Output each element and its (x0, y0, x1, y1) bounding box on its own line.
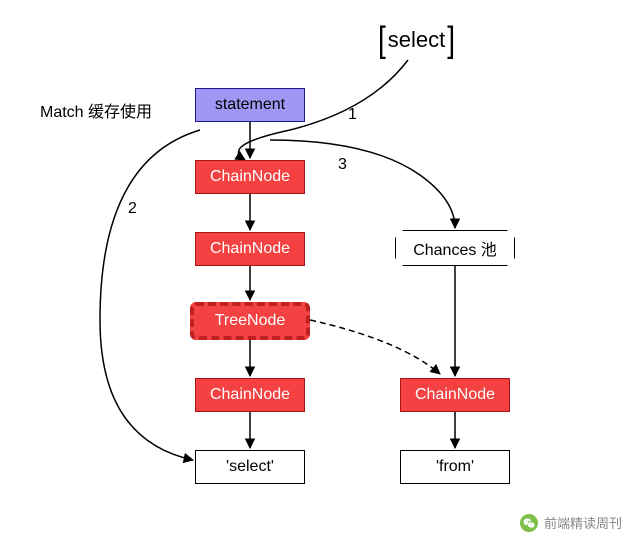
node-leaf-select-label: 'select' (226, 458, 274, 476)
edge-label-2: 2 (128, 200, 137, 218)
footer: 前端精读周刊 (520, 513, 622, 532)
node-chances-pool-label: Chances 池 (413, 236, 497, 260)
node-leaf-select: 'select' (195, 450, 305, 484)
input-token-bracket: [ select ] (378, 24, 455, 56)
node-chainnode-3: ChainNode (195, 378, 305, 412)
title-label: Match 缓存使用 (40, 98, 152, 122)
node-leaf-from-label: 'from' (436, 458, 474, 476)
footer-text: 前端精读周刊 (544, 513, 622, 532)
node-treenode-label: TreeNode (215, 312, 286, 330)
node-chainnode-2-label: ChainNode (210, 240, 290, 258)
input-token: select (388, 27, 445, 53)
node-chainnode-4-label: ChainNode (415, 386, 495, 404)
node-statement: statement (195, 88, 305, 122)
node-chainnode-2: ChainNode (195, 232, 305, 266)
node-leaf-from: 'from' (400, 450, 510, 484)
edge-label-1: 1 (348, 106, 357, 124)
wechat-icon (520, 514, 538, 532)
node-treenode: TreeNode (190, 302, 310, 340)
node-chainnode-1: ChainNode (195, 160, 305, 194)
node-statement-label: statement (215, 96, 285, 114)
node-chainnode-3-label: ChainNode (210, 386, 290, 404)
edges-layer (0, 0, 640, 542)
node-chainnode-1-label: ChainNode (210, 168, 290, 186)
node-chainnode-4: ChainNode (400, 378, 510, 412)
edge-label-3: 3 (338, 156, 347, 174)
node-chances-pool: Chances 池 (395, 230, 515, 266)
